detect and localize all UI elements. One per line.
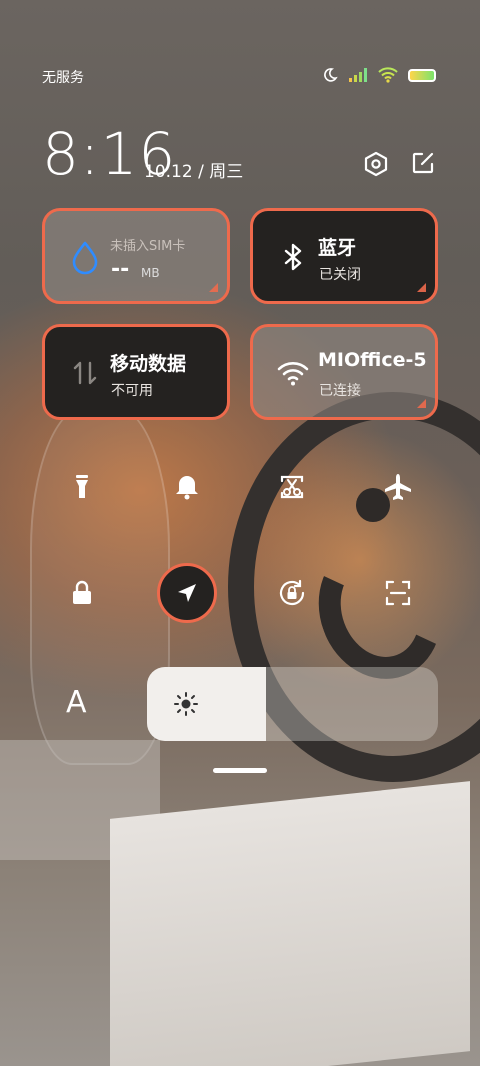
edit-icon[interactable] — [411, 151, 435, 175]
tile-expand-indicator — [417, 399, 426, 408]
brightness-fill — [147, 667, 267, 741]
tile-expand-indicator — [209, 283, 218, 292]
wlan-tile[interactable]: MIOffice-5G 已连接 — [250, 324, 438, 420]
mobile-data-icon — [73, 361, 97, 385]
wlan-status: 已连接 — [319, 383, 361, 399]
mute-toggle[interactable] — [157, 457, 217, 517]
battery-icon — [408, 68, 436, 82]
settings-icon[interactable] — [363, 151, 389, 177]
signal-icon — [349, 68, 367, 82]
flashlight-icon — [76, 475, 88, 498]
airplane-toggle[interactable] — [368, 457, 428, 517]
mobile-data-tile[interactable]: 移动数据 不可用 — [42, 324, 230, 420]
rotation-lock-icon — [279, 579, 305, 606]
data-usage-value: -- — [111, 257, 130, 282]
sun-icon — [174, 692, 198, 716]
screenshot-icon — [280, 475, 304, 499]
wifi-icon — [378, 67, 398, 83]
location-toggle[interactable] — [157, 563, 217, 623]
font-size-button[interactable]: A — [66, 685, 87, 720]
brightness-slider[interactable] — [147, 667, 438, 741]
data-usage-unit: MB — [141, 266, 160, 280]
scan-toggle[interactable] — [368, 563, 428, 623]
lock-icon — [73, 580, 91, 604]
rotation-lock-toggle[interactable] — [262, 563, 322, 623]
data-usage-title: 未插入SIM卡 — [110, 239, 186, 254]
mobile-data-title: 移动数据 — [110, 353, 187, 375]
flashlight-toggle[interactable] — [52, 457, 112, 517]
wifi-icon — [277, 362, 309, 386]
bluetooth-title: 蓝牙 — [318, 237, 357, 259]
clock-date: 10.12 / 周三 — [144, 162, 244, 182]
bluetooth-tile[interactable]: 蓝牙 已关闭 — [250, 208, 438, 304]
moon-icon — [324, 68, 338, 82]
mobile-data-status: 不可用 — [111, 383, 153, 399]
carrier-label: 无服务 — [42, 70, 84, 86]
data-usage-tile[interactable]: 未插入SIM卡 -- MB — [42, 208, 230, 304]
water-drop-icon — [72, 241, 98, 275]
bell-icon — [176, 476, 198, 500]
wlan-title: MIOffice-5G — [318, 349, 426, 371]
scan-icon — [385, 580, 411, 606]
location-icon — [178, 584, 196, 602]
bluetooth-status: 已关闭 — [319, 267, 361, 283]
lock-screen-toggle[interactable] — [52, 563, 112, 623]
drag-handle[interactable] — [213, 768, 267, 773]
bluetooth-icon — [284, 243, 302, 271]
tile-expand-indicator — [417, 283, 426, 292]
airplane-icon — [385, 474, 411, 500]
screenshot-toggle[interactable] — [262, 457, 322, 517]
